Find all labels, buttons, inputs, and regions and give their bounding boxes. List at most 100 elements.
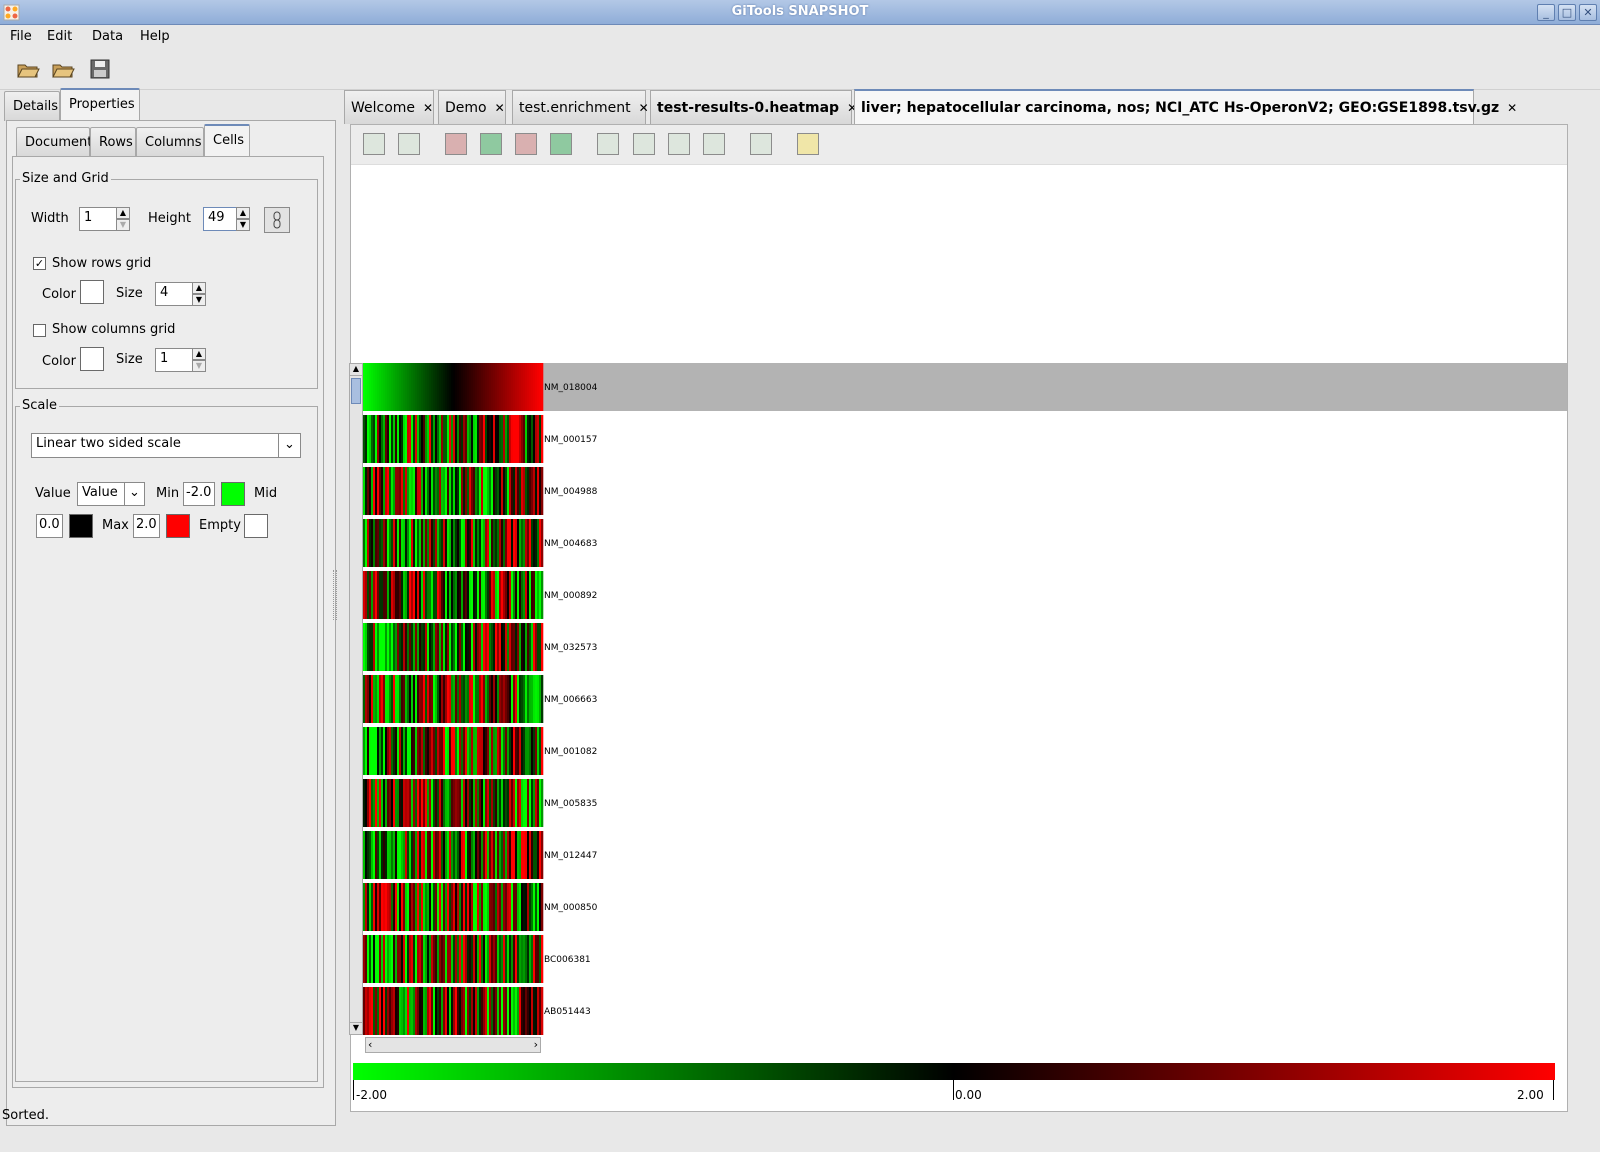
heatmap-cell[interactable]: [471, 831, 474, 879]
heatmap-cell[interactable]: [529, 571, 532, 619]
heatmap-cell[interactable]: [417, 519, 420, 567]
heatmap-cell[interactable]: [523, 363, 526, 411]
heatmap-cell[interactable]: [517, 415, 520, 463]
heatmap-cell[interactable]: [381, 623, 384, 671]
heatmap-cell[interactable]: [505, 883, 508, 931]
heatmap-cell[interactable]: [489, 519, 492, 567]
heatmap-cell[interactable]: [491, 467, 494, 515]
heatmap-cell[interactable]: [499, 415, 502, 463]
heatmap-cell[interactable]: [475, 363, 478, 411]
heatmap-cell[interactable]: [469, 519, 472, 567]
heatmap-cell[interactable]: [363, 467, 366, 515]
heatmap-cell[interactable]: [533, 779, 536, 827]
heatmap-cell[interactable]: [493, 987, 496, 1035]
heatmap-cell[interactable]: [399, 467, 402, 515]
heatmap-cell[interactable]: [367, 519, 370, 567]
heatmap-cell[interactable]: [377, 779, 380, 827]
heatmap-cell[interactable]: [439, 415, 442, 463]
heatmap-cell[interactable]: [399, 883, 402, 931]
heatmap-cell[interactable]: [473, 727, 476, 775]
heatmap-cell[interactable]: [441, 987, 444, 1035]
heatmap-cell[interactable]: [383, 883, 386, 931]
heatmap-cell[interactable]: [513, 935, 516, 983]
heatmap-cell[interactable]: [529, 883, 532, 931]
heatmap-cell[interactable]: [367, 935, 370, 983]
heatmap-cell[interactable]: [403, 519, 406, 567]
heatmap-cell[interactable]: [377, 415, 380, 463]
heatmap-cell[interactable]: [391, 519, 394, 567]
heatmap-cell[interactable]: [393, 831, 396, 879]
heatmap-cell[interactable]: [385, 571, 388, 619]
heatmap-cell[interactable]: [529, 415, 532, 463]
properties-icon[interactable]: [797, 133, 819, 155]
heatmap-cell[interactable]: [511, 675, 514, 723]
heatmap-cell[interactable]: [447, 935, 450, 983]
heatmap-cell[interactable]: [485, 467, 488, 515]
heatmap-cell[interactable]: [433, 519, 436, 567]
heatmap-cell[interactable]: [379, 935, 382, 983]
heatmap-cell[interactable]: [511, 415, 514, 463]
heatmap-cell[interactable]: [509, 779, 512, 827]
heatmap-cell[interactable]: [527, 779, 530, 827]
heatmap-cell[interactable]: [535, 363, 538, 411]
splitter-handle[interactable]: [333, 570, 337, 620]
heatmap-cell[interactable]: [505, 935, 508, 983]
heatmap-cell[interactable]: [497, 363, 500, 411]
heatmap-cell[interactable]: [401, 467, 404, 515]
heatmap-cell[interactable]: [475, 623, 478, 671]
heatmap-cell[interactable]: [415, 571, 418, 619]
heatmap-cell[interactable]: [521, 831, 524, 879]
heatmap-cell[interactable]: [449, 467, 452, 515]
heatmap-cell[interactable]: [405, 467, 408, 515]
heatmap-cell[interactable]: [447, 779, 450, 827]
heatmap-cell[interactable]: [523, 883, 526, 931]
heatmap-cell[interactable]: [449, 935, 452, 983]
heatmap-cell[interactable]: [473, 415, 476, 463]
heatmap-cell[interactable]: [429, 935, 432, 983]
heatmap-cell[interactable]: [413, 363, 416, 411]
heatmap-cell[interactable]: [421, 571, 424, 619]
heatmap-cell[interactable]: [495, 623, 498, 671]
heatmap-cell[interactable]: [467, 623, 470, 671]
heatmap-cell[interactable]: [369, 415, 372, 463]
rows-grid-size-stepper[interactable]: ▲ ▼: [192, 282, 206, 306]
heatmap-cell[interactable]: [453, 935, 456, 983]
heatmap-cell[interactable]: [387, 675, 390, 723]
heatmap-cell[interactable]: [499, 727, 502, 775]
heatmap-cell[interactable]: [437, 675, 440, 723]
heatmap-cell[interactable]: [373, 831, 376, 879]
heatmap-cell[interactable]: [421, 415, 424, 463]
heatmap-cell[interactable]: [415, 779, 418, 827]
heatmap-cell[interactable]: [459, 935, 462, 983]
heatmap-cell[interactable]: [459, 987, 462, 1035]
heatmap-cell[interactable]: [443, 623, 446, 671]
heatmap-cell[interactable]: [435, 779, 438, 827]
heatmap-cell[interactable]: [537, 727, 540, 775]
doc-tab-welcome[interactable]: Welcome ✕: [344, 90, 434, 124]
heatmap-cell[interactable]: [463, 727, 466, 775]
heatmap-cell[interactable]: [451, 571, 454, 619]
heatmap-cell[interactable]: [405, 623, 408, 671]
heatmap-cell[interactable]: [393, 415, 396, 463]
heatmap-cell[interactable]: [511, 779, 514, 827]
heatmap-cell[interactable]: [505, 623, 508, 671]
heatmap-cell[interactable]: [503, 363, 506, 411]
heatmap-cell[interactable]: [363, 727, 366, 775]
heatmap-cell[interactable]: [379, 571, 382, 619]
heatmap-cell[interactable]: [423, 987, 426, 1035]
heatmap-cell[interactable]: [451, 727, 454, 775]
heatmap-cell[interactable]: [423, 467, 426, 515]
heatmap-cell[interactable]: [413, 467, 416, 515]
heatmap-cell[interactable]: [429, 831, 432, 879]
heatmap-cell[interactable]: [429, 623, 432, 671]
heatmap-cell[interactable]: [393, 935, 396, 983]
heatmap-cell[interactable]: [399, 363, 402, 411]
heatmap-cell[interactable]: [417, 363, 420, 411]
heatmap-cell[interactable]: [519, 883, 522, 931]
heatmap-cell[interactable]: [465, 571, 468, 619]
heatmap-cell[interactable]: [363, 623, 366, 671]
heatmap-cell[interactable]: [501, 987, 504, 1035]
heatmap-cell[interactable]: [421, 623, 424, 671]
heatmap-cell[interactable]: [453, 883, 456, 931]
row-label[interactable]: NM_000850: [544, 903, 598, 913]
